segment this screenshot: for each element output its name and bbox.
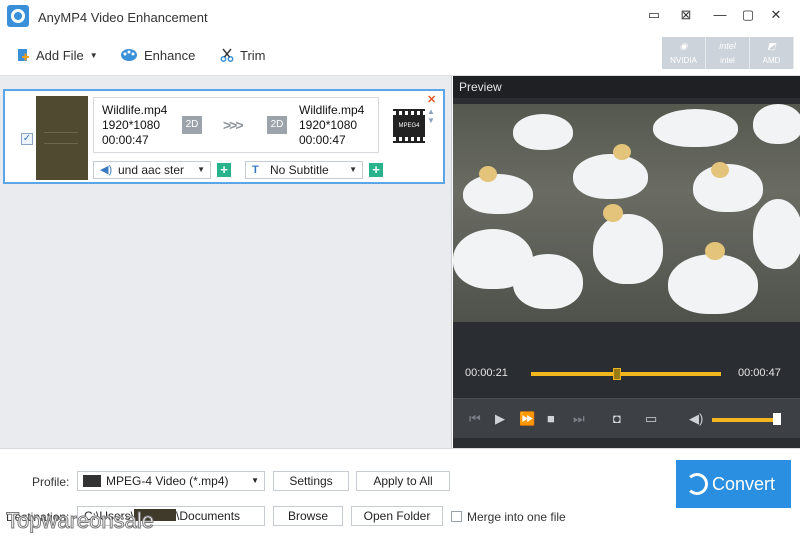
text-icon: T: [252, 164, 259, 176]
scissors-icon: [220, 48, 234, 62]
merge-checkbox[interactable]: [451, 511, 462, 522]
apply-to-all-button[interactable]: Apply to All: [356, 471, 450, 491]
register-icon[interactable]: ⊠: [675, 6, 697, 24]
current-time: 00:00:21: [465, 367, 508, 379]
convert-arrows: >>>: [223, 117, 243, 133]
source-duration: 00:00:47: [102, 133, 149, 147]
total-time: 00:00:47: [738, 367, 781, 379]
output-resolution: 1920*1080: [299, 118, 358, 132]
preview-title: Preview: [453, 76, 800, 98]
close-button[interactable]: ✕: [765, 6, 787, 24]
fast-forward-icon[interactable]: ⏩: [519, 411, 535, 427]
volume-handle[interactable]: [772, 413, 781, 425]
output-2d-badge[interactable]: 2D: [267, 116, 287, 134]
intel-badge: intel intel: [706, 37, 750, 69]
title-bar: AnyMP4 Video Enhancement ▭ ⊠ — ▢ ✕: [0, 0, 800, 34]
refresh-icon: [686, 473, 708, 495]
source-resolution: 1920*1080: [102, 118, 161, 132]
volume-icon[interactable]: ◀): [689, 411, 703, 427]
intel-logo: intel: [719, 41, 736, 51]
amd-arrow-icon: ◩: [767, 41, 776, 51]
speaker-icon: ◀): [100, 164, 113, 176]
profile-label: Profile:: [32, 475, 70, 489]
add-audio-button[interactable]: +: [217, 163, 231, 177]
source-file-name: Wildlife.mp4: [102, 103, 168, 117]
chevron-down-icon: ▼: [197, 165, 205, 174]
destination-suffix: \Documents: [176, 509, 241, 523]
mpeg4-format-icon[interactable]: MPEG4: [393, 109, 425, 143]
browse-button[interactable]: Browse: [273, 506, 343, 526]
nvidia-badge: ◉ NVIDIA: [662, 37, 706, 69]
seek-handle[interactable]: [612, 368, 621, 380]
video-preview[interactable]: [453, 104, 800, 322]
file-info-box: Wildlife.mp4 1920*1080 00:00:47 2D >>> 2…: [93, 97, 379, 153]
enhance-button[interactable]: Enhance: [120, 46, 195, 64]
output-file-name: Wildlife.mp4: [299, 103, 365, 117]
play-icon[interactable]: ▶: [495, 411, 505, 427]
profile-select[interactable]: MPEG-4 Video (*.mp4) ▼: [77, 471, 265, 491]
remove-file-icon[interactable]: ✕: [427, 93, 436, 106]
chevron-down-icon: ▼: [251, 476, 259, 485]
chevron-down-icon: ▼: [349, 165, 357, 174]
feedback-icon[interactable]: ▭: [643, 6, 665, 24]
add-subtitle-button[interactable]: +: [369, 163, 383, 177]
move-up-down-icon[interactable]: ▲ ▼: [427, 107, 435, 125]
app-logo-icon: [7, 5, 29, 27]
stop-icon[interactable]: ■: [547, 411, 555, 426]
intel-label: intel: [720, 56, 735, 65]
file-list: ✓ Wildlife.mp4 1920*1080 00:00:47 2D >>>…: [0, 76, 452, 448]
audio-track-value: und aac ster: [118, 163, 185, 177]
profile-value: MPEG-4 Video (*.mp4): [106, 474, 229, 488]
merge-label: Merge into one file: [467, 510, 566, 524]
file-checkbox[interactable]: ✓: [21, 133, 33, 145]
watermark: Topwareonsale: [6, 508, 155, 534]
snapshot-icon[interactable]: ◘: [613, 411, 621, 426]
maximize-button[interactable]: ▢: [737, 6, 759, 24]
volume-slider[interactable]: [712, 418, 780, 422]
add-file-button[interactable]: Add File ▼: [16, 46, 98, 64]
nvidia-eye-icon: ◉: [679, 41, 688, 51]
player-controls: ⏮ ▶ ⏩ ■ ⏭ ◘ ▭ ◀): [453, 398, 800, 438]
folder-icon[interactable]: ▭: [645, 411, 657, 427]
palette-icon: [121, 49, 137, 61]
audio-track-select[interactable]: ◀) und aac ster ▼: [93, 161, 211, 179]
preview-panel: Preview 00:00:21 00:00:47 ⏮ ▶ ⏩ ■ ⏭ ◘ ▭ …: [453, 76, 800, 448]
nvidia-label: NVIDIA: [670, 56, 697, 65]
source-2d-badge[interactable]: 2D: [182, 116, 202, 134]
subtitle-select[interactable]: T No Subtitle ▼: [245, 161, 363, 179]
previous-icon[interactable]: ⏮: [469, 411, 481, 427]
file-row[interactable]: ✓ Wildlife.mp4 1920*1080 00:00:47 2D >>>…: [3, 89, 445, 184]
toolbar: Add File ▼ Enhance Trim ◉ NVIDIA intel i…: [0, 34, 800, 76]
next-icon[interactable]: ⏭: [573, 411, 585, 427]
convert-label: Convert: [712, 474, 776, 494]
convert-button[interactable]: Convert: [676, 460, 791, 508]
settings-button[interactable]: Settings: [273, 471, 349, 491]
minimize-button[interactable]: —: [709, 6, 731, 24]
add-file-label: Add File: [36, 47, 84, 63]
app-title: AnyMP4 Video Enhancement: [38, 10, 208, 25]
trim-button[interactable]: Trim: [220, 46, 266, 64]
chevron-down-icon: ▼: [89, 50, 98, 60]
subtitle-value: No Subtitle: [270, 163, 329, 177]
video-thumbnail: [36, 96, 88, 180]
add-file-icon: [18, 49, 29, 61]
trim-label: Trim: [240, 47, 266, 63]
seek-bar[interactable]: [531, 372, 721, 376]
mpeg-format-icon: [83, 475, 101, 487]
open-folder-button[interactable]: Open Folder: [351, 506, 443, 526]
amd-label: AMD: [762, 56, 781, 65]
amd-badge: ◩ AMD: [750, 37, 794, 69]
output-duration: 00:00:47: [299, 133, 346, 147]
enhance-label: Enhance: [144, 47, 196, 63]
